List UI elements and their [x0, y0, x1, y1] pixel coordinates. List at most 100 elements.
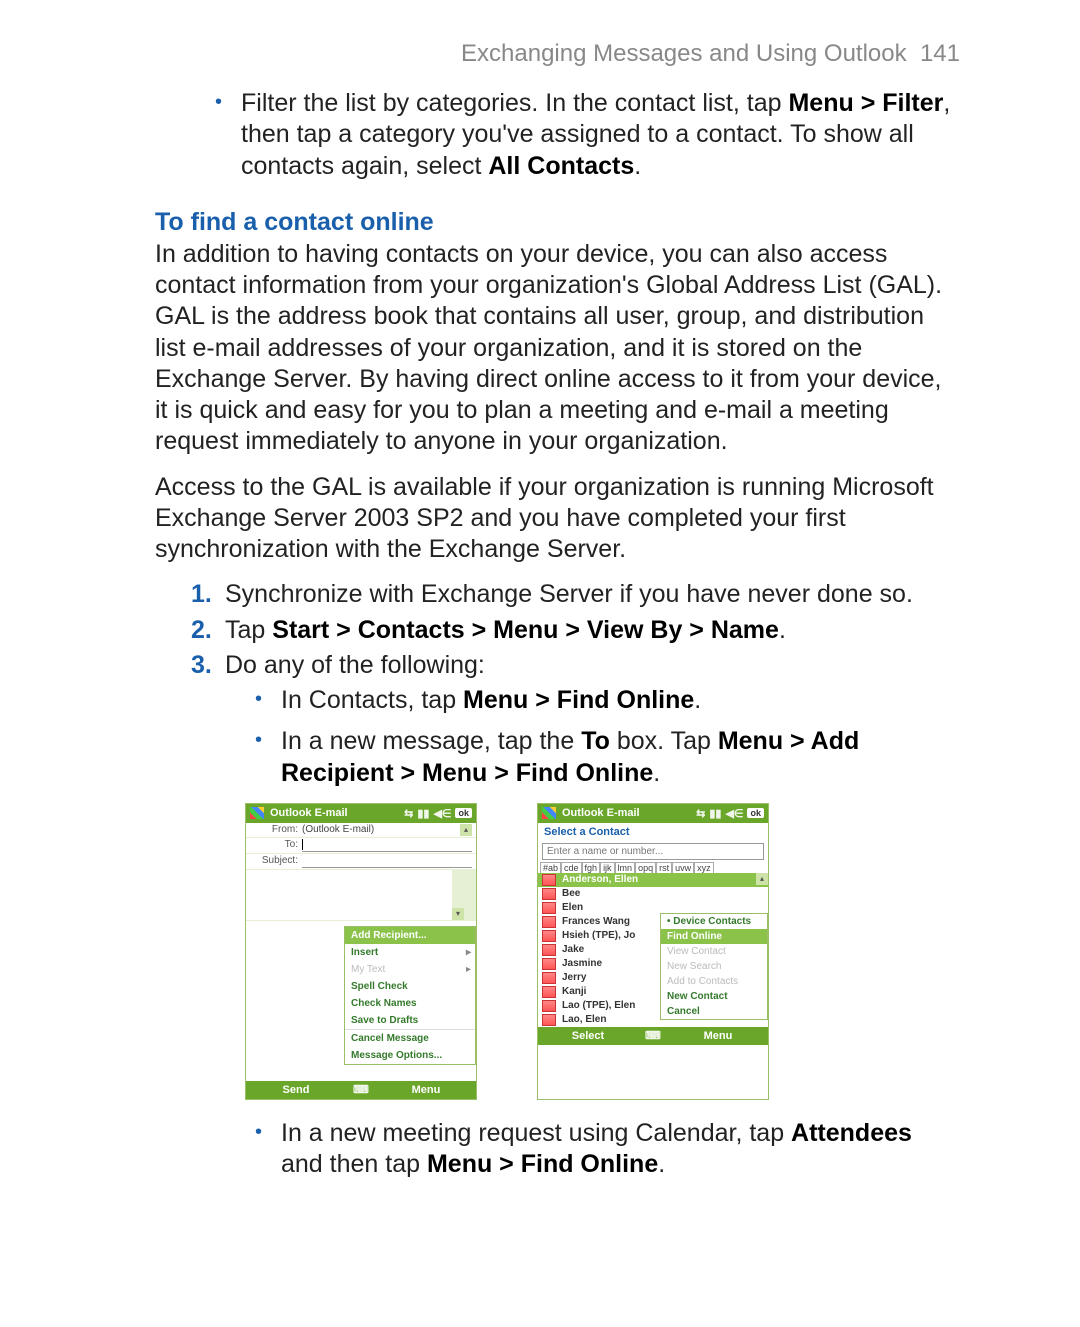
alpha-tab[interactable]: lmn	[615, 862, 636, 873]
text: .	[694, 686, 701, 714]
keyboard-icon[interactable]: ⌨	[346, 1083, 376, 1096]
text: .	[779, 616, 786, 644]
contact-card-icon	[542, 888, 556, 900]
contact-row[interactable]: Bee	[538, 887, 768, 901]
subject-input[interactable]	[302, 855, 472, 868]
contact-list: ▴ Anderson, Ellen Bee Elen Frances Wang …	[538, 873, 768, 1027]
sync-icon[interactable]: ⇆	[404, 807, 413, 820]
softkey-menu[interactable]: Menu	[668, 1030, 768, 1042]
alpha-tab[interactable]: #ab	[540, 862, 561, 873]
ok-button[interactable]: ok	[747, 808, 764, 818]
menu-device-contacts[interactable]: • Device Contacts	[661, 914, 767, 929]
menu-spell-check[interactable]: Spell Check	[345, 978, 475, 995]
softkey-select[interactable]: Select	[538, 1030, 638, 1042]
alpha-tab[interactable]: cde	[561, 862, 582, 873]
to-row: To:	[246, 838, 476, 854]
bold-text: Attendees	[791, 1119, 912, 1147]
menu-new-contact[interactable]: New Contact	[661, 989, 767, 1004]
scroll-down-icon[interactable]: ▾	[452, 908, 464, 920]
bullet-dot-icon: •	[255, 726, 281, 789]
step-text: Synchronize with Exchange Server if you …	[225, 579, 913, 610]
paragraph-2: Access to the GAL is available if your o…	[155, 472, 960, 566]
text: Tap	[225, 616, 272, 644]
menu-add-to-contacts[interactable]: Add to Contacts	[661, 974, 767, 989]
select-contact-heading: Select a Contact	[538, 823, 768, 841]
menu-message-options[interactable]: Message Options...	[345, 1047, 475, 1064]
alpha-tab[interactable]: opq	[635, 862, 656, 873]
screenshot-select-contact: Outlook E-mail ⇆ ▮▮ ◀∈ ok Select a Conta…	[537, 803, 769, 1100]
subject-label: Subject:	[250, 855, 302, 868]
step-number: 2.	[191, 615, 225, 646]
alpha-tab[interactable]: xyz	[694, 862, 714, 873]
menu-add-recipient[interactable]: Add Recipient...	[345, 927, 475, 944]
ok-button[interactable]: ok	[455, 808, 472, 818]
alpha-tab[interactable]: ijk	[600, 862, 615, 873]
contact-card-icon	[542, 958, 556, 970]
message-body-input[interactable]: ▾	[246, 870, 476, 920]
contact-card-icon	[542, 874, 556, 886]
menu-new-search[interactable]: New Search	[661, 959, 767, 974]
section-heading: To find a contact online	[155, 208, 960, 237]
menu-insert[interactable]: Insert	[345, 944, 475, 961]
menu-find-online[interactable]: Find Online	[661, 929, 767, 944]
titlebar: Outlook E-mail ⇆ ▮▮ ◀∈ ok	[246, 804, 476, 823]
menu-save-to-drafts[interactable]: Save to Drafts	[345, 1012, 475, 1029]
text: .	[653, 759, 660, 787]
contact-search-input[interactable]: Enter a name or number...	[542, 843, 764, 860]
contact-name: Bee	[562, 888, 580, 899]
alpha-tab[interactable]: rst	[656, 862, 672, 873]
contact-row[interactable]: Anderson, Ellen	[538, 873, 768, 887]
sub-bullet-c: • In a new meeting request using Calenda…	[255, 1118, 960, 1181]
bold-text: Menu > Find Online	[427, 1150, 658, 1178]
app-title: Outlook E-mail	[270, 807, 348, 819]
signal-icon: ▮▮	[709, 807, 721, 820]
text-cursor-icon	[302, 839, 303, 850]
step-1: 1. Synchronize with Exchange Server if y…	[191, 579, 960, 610]
signal-icon: ▮▮	[417, 807, 429, 820]
scrollbar[interactable]: ▾	[452, 870, 464, 920]
contact-name: Anderson, Ellen	[562, 874, 638, 885]
windows-flag-icon[interactable]	[542, 807, 556, 819]
from-row: From: (Outlook E-mail) ▴	[246, 823, 476, 838]
menu-view-contact[interactable]: View Contact	[661, 944, 767, 959]
alpha-tab[interactable]: uvw	[672, 862, 694, 873]
menu-cancel-message[interactable]: Cancel Message	[345, 1030, 475, 1047]
sub-bullet-a: • In Contacts, tap Menu > Find Online.	[255, 685, 960, 716]
contact-card-icon	[542, 1014, 556, 1026]
scroll-up-icon[interactable]: ▴	[460, 824, 472, 836]
text: Filter the list by categories. In the co…	[241, 89, 788, 117]
contact-name: Elen	[562, 902, 583, 913]
sync-icon[interactable]: ⇆	[696, 807, 705, 820]
contact-name: Kanji	[562, 986, 586, 997]
speaker-icon[interactable]: ◀∈	[433, 807, 451, 820]
text: and then tap	[281, 1150, 427, 1178]
page-number: 141	[920, 40, 960, 67]
alpha-tab[interactable]: fgh	[582, 862, 601, 873]
speaker-icon[interactable]: ◀∈	[725, 807, 743, 820]
text: In a new meeting request using Calendar,…	[281, 1119, 791, 1147]
menu-my-text[interactable]: My Text	[345, 961, 475, 978]
softkey-send[interactable]: Send	[246, 1084, 346, 1096]
softkey-bar: Send ⌨ Menu	[246, 1081, 476, 1099]
screenshots-row: Outlook E-mail ⇆ ▮▮ ◀∈ ok From: (Outlook…	[245, 803, 960, 1100]
softkey-menu[interactable]: Menu	[376, 1084, 476, 1096]
bold-text: All Contacts	[488, 152, 634, 180]
step-number: 1.	[191, 579, 225, 610]
contact-name: Jake	[562, 944, 584, 955]
menu-cancel[interactable]: Cancel	[661, 1004, 767, 1019]
contact-name: Lao (TPE), Elen	[562, 1000, 635, 1011]
message-menu-popup: Add Recipient... Insert My Text Spell Ch…	[344, 926, 476, 1065]
scroll-up-icon[interactable]: ▴	[756, 873, 768, 885]
keyboard-icon[interactable]: ⌨	[638, 1029, 668, 1042]
paragraph-1: In addition to having contacts on your d…	[155, 239, 960, 458]
header-title: Exchanging Messages and Using Outlook	[461, 40, 907, 67]
step-3: 3. Do any of the following:	[191, 650, 960, 681]
from-value: (Outlook E-mail)	[302, 824, 460, 836]
to-input[interactable]	[302, 839, 472, 852]
screenshot-new-message: Outlook E-mail ⇆ ▮▮ ◀∈ ok From: (Outlook…	[245, 803, 477, 1100]
step-text: Do any of the following:	[225, 650, 485, 681]
bullet-filter: • Filter the list by categories. In the …	[215, 88, 960, 182]
windows-flag-icon[interactable]	[250, 807, 264, 819]
app-title: Outlook E-mail	[562, 807, 640, 819]
menu-check-names[interactable]: Check Names	[345, 995, 475, 1012]
